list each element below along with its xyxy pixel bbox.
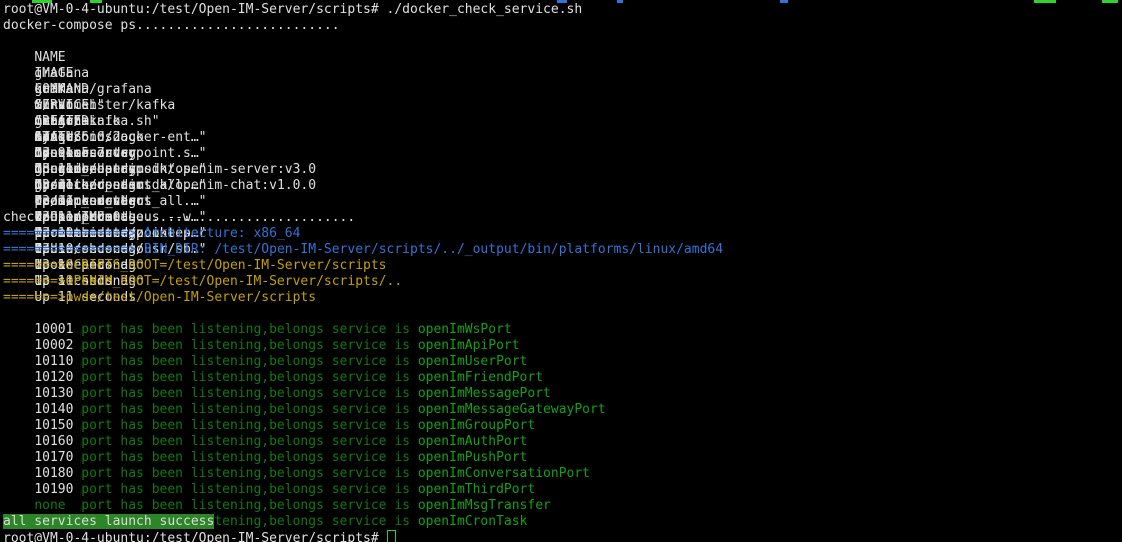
port-number: 10170 (34, 450, 81, 466)
shell-prompt-command: root@VM-0-4-ubuntu:/test/Open-IM-Server/… (3, 2, 1122, 18)
port-number: 10150 (34, 418, 81, 434)
text-fragment (1102, 0, 1118, 3)
success-badge: all services launch success (3, 514, 214, 529)
header-name: NAME (34, 50, 191, 66)
port-number: 10130 (34, 386, 81, 402)
port-service-name: openImConversationPort (410, 466, 590, 481)
container-name: grafana (34, 66, 191, 82)
container-name: mysql (34, 130, 191, 146)
port-number: 10180 (34, 466, 81, 482)
port-service-name: openImGroupPort (410, 418, 535, 433)
port-sentence: port has been listening,belongs service … (81, 322, 410, 337)
container-name: mongo (34, 114, 191, 130)
port-sentence: port has been listening,belongs service … (81, 402, 410, 417)
container-name: openim-server (34, 146, 191, 162)
container-name: minio (34, 98, 191, 114)
port-number: 10002 (34, 338, 81, 354)
shell-prompt-idle: root@VM-0-4-ubuntu:/test/Open-IM-Server/… (3, 530, 1122, 542)
port-sentence: port has been listening,belongs service … (81, 498, 410, 513)
port-service-name: openImMessagePort (410, 386, 551, 401)
port-sentence: port has been listening,belongs service … (81, 466, 410, 481)
container-table: grafana grafana/grafana "/run.sh" grafan… (3, 50, 1122, 210)
port-service-name: openImMessageGatewayPort (410, 402, 606, 417)
scripts-root-line: =======>SCRIPTS_ROOT=/test/Open-IM-Serve… (3, 258, 1122, 274)
port-service-name: openImMsgTransfer (410, 498, 551, 513)
port-sentence: port has been listening,belongs service … (81, 434, 410, 449)
text-fragment (617, 0, 623, 3)
port-number: 10140 (34, 402, 81, 418)
port-service-name: openImAuthPort (410, 434, 527, 449)
prompt-text: root@VM-0-4-ubuntu:/test/Open-IM-Server/… (3, 531, 387, 542)
port-service-name: openImWsPort (410, 322, 512, 337)
success-line: all services launch success (3, 514, 1122, 530)
port-service-name: openImThirdPort (410, 482, 535, 497)
port-service-name: openImFriendPort (410, 370, 543, 385)
text-fragment (1034, 0, 1056, 3)
port-check-list: 10001port has been listening,belongs ser… (3, 306, 1122, 514)
architecture-value: Architecture: x86_64 (144, 226, 301, 241)
blue-arrow: ================> (3, 242, 144, 257)
port-number: none (34, 498, 81, 514)
port-sentence: port has been listening,belongs service … (81, 450, 410, 465)
port-sentence: port has been listening,belongs service … (81, 386, 410, 401)
port-service-name: openImApiPort (410, 338, 520, 353)
terminal-window[interactable]: root@VM-0-4-ubuntu:/test/Open-IM-Server/… (0, 0, 1122, 542)
port-number: 10001 (34, 322, 81, 338)
port-sentence: port has been listening,belongs service … (81, 338, 410, 353)
port-number: 10190 (34, 482, 81, 498)
container-name: prometheus (34, 178, 191, 194)
port-sentence: port has been listening,belongs service … (81, 370, 410, 385)
port-number: 10160 (34, 434, 81, 450)
architecture-line: ================> Architecture: x86_64 (3, 226, 1122, 242)
terminal-cursor (387, 530, 396, 542)
openim-root-line: =======>OPENIM_ROOT=/test/Open-IM-Server… (3, 274, 1122, 290)
text-fragment (557, 0, 567, 3)
bindir-value: BIN_DIR: /test/Open-IM-Server/scripts/..… (144, 242, 723, 257)
port-number: 10120 (34, 370, 81, 386)
port-status-line: 10001port has been listening,belongs ser… (3, 306, 1122, 322)
prompt-with-command: root@VM-0-4-ubuntu:/test/Open-IM-Server/… (3, 2, 582, 17)
check-openim-line: check OpenIM............................… (3, 210, 1122, 226)
container-name: kafka (34, 82, 191, 98)
container-name: redis (34, 194, 191, 210)
text-fragment (780, 0, 788, 3)
bindir-line: ================> BIN_DIR: /test/Open-IM… (3, 242, 1122, 258)
port-service-name: openImUserPort (410, 354, 527, 369)
port-sentence: port has been listening,belongs service … (81, 354, 410, 369)
text-fragment (32, 0, 52, 3)
port-service-name: openImPushPort (410, 450, 527, 465)
port-service-name: openImCronTask (410, 514, 527, 529)
port-sentence: port has been listening,belongs service … (81, 482, 410, 497)
blue-arrow: ================> (3, 226, 144, 241)
pwd-line: =======>pwd=/test/Open-IM-Server/scripts (3, 290, 1122, 306)
text-fragment (90, 0, 102, 3)
docker-compose-ps-line: docker-compose ps.......................… (3, 18, 1122, 34)
container-name: openim_chat (34, 162, 191, 178)
port-number: 10110 (34, 354, 81, 370)
table-header-row: NAME IMAGE COMMAND SERVICE CREATED STATU… (3, 34, 1122, 50)
port-sentence: port has been listening,belongs service … (81, 418, 410, 433)
